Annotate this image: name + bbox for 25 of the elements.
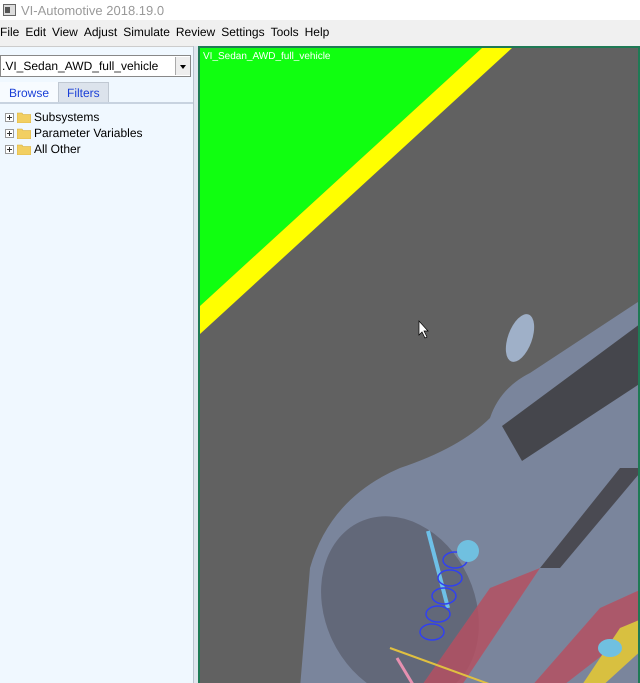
mouse-cursor-icon	[418, 320, 429, 338]
expand-toggle-icon[interactable]	[5, 128, 14, 138]
tab[interactable]: Filters	[58, 82, 109, 102]
tree-item[interactable]: Subsystems	[34, 110, 100, 124]
expand-toggle-icon[interactable]	[5, 144, 14, 154]
menu-item[interactable]: Help	[304, 24, 330, 38]
tree-item[interactable]: Parameter Variables	[34, 126, 142, 140]
menu-item[interactable]: File	[0, 24, 20, 38]
tab[interactable]: Browse	[0, 82, 58, 102]
menu-item[interactable]: Edit	[25, 24, 46, 38]
expand-toggle-icon[interactable]	[5, 112, 14, 122]
menu-item[interactable]: Review	[176, 24, 216, 38]
folder-icon	[17, 112, 31, 122]
folder-icon	[17, 144, 31, 154]
menu-item[interactable]: Simulate	[123, 24, 170, 38]
app-icon	[3, 4, 16, 16]
folder-icon	[17, 128, 31, 138]
menu-item[interactable]: View	[52, 24, 78, 38]
window-title: VI-Automotive 2018.19.0	[21, 2, 164, 18]
viewport-model-label: VI_Sedan_AWD_full_vehicle	[203, 51, 330, 62]
menu-item[interactable]: Tools	[270, 24, 299, 38]
menu-item[interactable]: Adjust	[84, 24, 118, 38]
menu-item[interactable]: Settings	[221, 24, 265, 38]
model-dropdown[interactable]: .VI_Sedan_AWD_full_vehicle	[0, 55, 191, 77]
tree-item[interactable]: All Other	[34, 142, 81, 156]
